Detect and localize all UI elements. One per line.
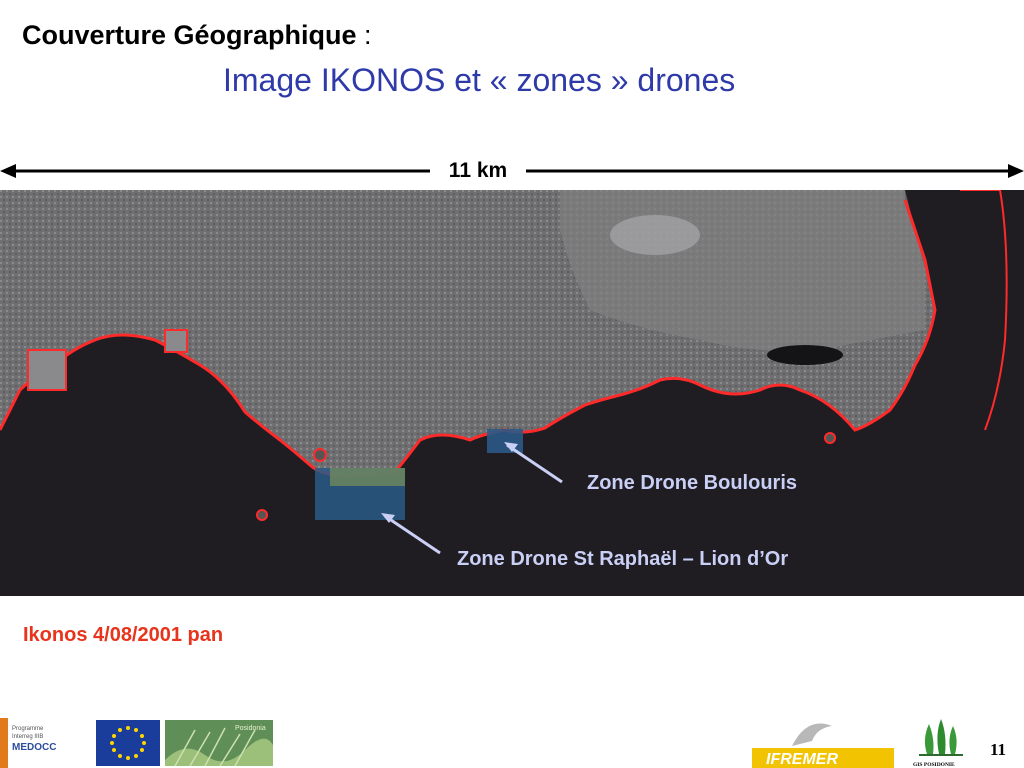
ifremer-logo: IFREMER <box>752 716 894 768</box>
drone-zone-boulouris <box>487 429 523 453</box>
posidonia-logo: Posidonia <box>165 720 273 767</box>
satellite-map <box>0 190 1024 596</box>
image-caption: Ikonos 4/08/2001 pan <box>23 624 224 646</box>
quarry-area <box>610 215 700 255</box>
medocc-line2: Interreg IIIB <box>12 734 43 740</box>
slide-title-colon: : <box>356 20 372 50</box>
eu-flag-logo <box>96 720 160 766</box>
slide-subtitle: Image IKONOS et « zones » drones <box>223 62 736 98</box>
island <box>824 432 836 444</box>
zone-label-boulouris: Zone Drone Boulouris <box>587 472 797 494</box>
scale-label: 11 km <box>430 156 526 186</box>
satellite-image <box>0 190 1024 596</box>
lake-dark <box>767 345 843 365</box>
posidonia-label: Posidonia <box>235 725 266 732</box>
medocc-logo: Programme Interreg IIIB MEDOCC <box>0 718 72 768</box>
medocc-line1: Programme <box>12 726 44 732</box>
page-number: 11 <box>990 740 1007 759</box>
gis-posidonie-logo: GIS POSIDONIE <box>907 714 971 768</box>
ifremer-label: IFREMER <box>766 751 838 768</box>
slide-title-main: Couverture Géographique <box>22 20 357 50</box>
zone-label-st-raphael: Zone Drone St Raphaël – Lion d’Or <box>457 548 789 570</box>
gis-label: GIS POSIDONIE <box>913 762 955 768</box>
island <box>313 448 327 462</box>
island <box>256 509 268 521</box>
slide-title: Couverture Géographique : <box>22 20 372 51</box>
harbor-center <box>164 329 188 353</box>
medocc-name: MEDOCC <box>12 742 56 753</box>
harbor-left <box>27 349 67 391</box>
drone-zone-st-raphael-land <box>330 468 405 486</box>
